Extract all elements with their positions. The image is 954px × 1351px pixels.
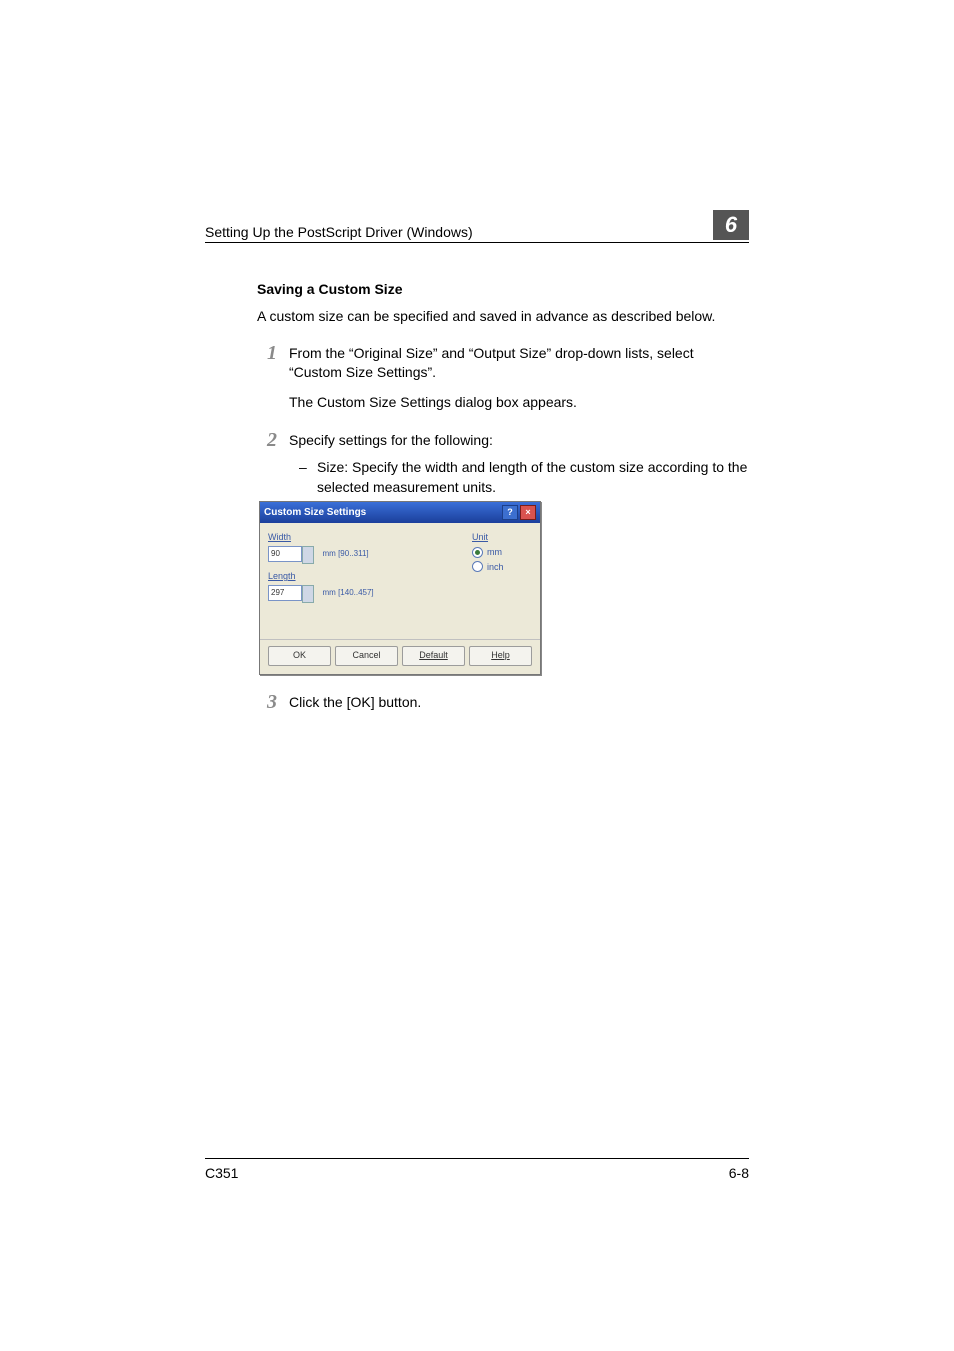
page-footer: C351 6-8: [205, 1158, 749, 1181]
step-1: 1 From the “Original Size” and “Output S…: [257, 344, 749, 413]
step-text: Specify settings for the following:: [289, 432, 493, 448]
help-button[interactable]: Help: [469, 646, 532, 666]
step-text: From the “Original Size” and “Output Siz…: [289, 345, 694, 381]
document-page: Setting Up the PostScript Driver (Window…: [0, 0, 954, 1351]
unit-label: Unit: [472, 531, 532, 544]
dialog-title: Custom Size Settings: [264, 506, 366, 520]
length-label: Length: [268, 570, 472, 583]
dialog-body: Width 90 mm [90..311] Length 297 mm [140…: [260, 523, 540, 610]
close-icon[interactable]: ×: [520, 505, 536, 520]
running-header: Setting Up the PostScript Driver (Window…: [205, 210, 749, 243]
section-intro: A custom size can be specified and saved…: [257, 307, 749, 326]
dialog-titlebar: Custom Size Settings ? ×: [260, 502, 540, 523]
default-button[interactable]: Default: [402, 646, 465, 666]
step-number: 1: [227, 339, 277, 367]
dialog-footer: OK Cancel Default Help: [260, 640, 540, 674]
length-input[interactable]: 297: [268, 585, 302, 601]
step-text: Click the [OK] button.: [289, 694, 421, 710]
section-heading: Saving a Custom Size: [257, 281, 749, 297]
width-input[interactable]: 90: [268, 546, 302, 562]
width-range: mm [90..311]: [323, 548, 369, 559]
step-number: 3: [227, 688, 277, 716]
unit-inch-radio[interactable]: inch: [472, 561, 532, 574]
unit-mm-label: mm: [487, 546, 502, 559]
width-spinner[interactable]: [302, 546, 314, 564]
step-2: 2 Specify settings for the following: Si…: [257, 431, 749, 675]
unit-mm-radio[interactable]: mm: [472, 546, 532, 559]
step-subtext: The Custom Size Settings dialog box appe…: [289, 393, 749, 413]
length-range: mm [140..457]: [323, 587, 374, 598]
custom-size-settings-dialog: Custom Size Settings ? × Width 90 mm [90…: [259, 501, 541, 674]
running-title: Setting Up the PostScript Driver (Window…: [205, 224, 473, 240]
length-spinner[interactable]: [302, 585, 314, 603]
unit-inch-label: inch: [487, 561, 504, 574]
step-bullets: Size: Specify the width and length of th…: [289, 458, 749, 497]
footer-page-number: 6-8: [729, 1165, 749, 1181]
bullet-item: Size: Specify the width and length of th…: [289, 458, 749, 497]
numbered-steps: 1 From the “Original Size” and “Output S…: [257, 344, 749, 712]
cancel-button[interactable]: Cancel: [335, 646, 398, 666]
help-icon[interactable]: ?: [502, 505, 518, 520]
footer-model: C351: [205, 1165, 238, 1181]
step-number: 2: [227, 426, 277, 454]
width-label: Width: [268, 531, 472, 544]
page-content: Saving a Custom Size A custom size can b…: [205, 243, 749, 712]
step-3: 3 Click the [OK] button.: [257, 693, 749, 713]
chapter-number-badge: 6: [713, 210, 749, 240]
ok-button[interactable]: OK: [268, 646, 331, 666]
